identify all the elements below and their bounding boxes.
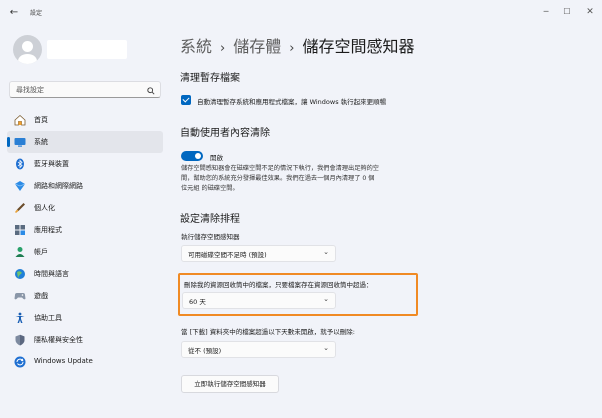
description-line: 位元組 的磁碟空間。 xyxy=(181,185,239,192)
recycle-bin-value: 60 天 xyxy=(189,298,206,306)
sidebar-item-personalization[interactable]: 個人化 xyxy=(7,197,163,219)
sidebar-item-network[interactable]: 網路和網際網路 xyxy=(7,175,163,197)
close-button[interactable]: ✕ xyxy=(582,5,598,19)
run-frequency-value: 可用磁碟空間不足時 (預設) xyxy=(188,251,267,259)
recycle-bin-dropdown[interactable]: 60 天 ⌄ xyxy=(182,292,336,309)
username-placeholder xyxy=(47,40,127,59)
run-frequency-label: 執行儲存空間感知器 xyxy=(181,233,240,241)
cleanup-checkbox[interactable] xyxy=(181,95,191,105)
page-title: 儲存空間感知器 xyxy=(302,37,415,56)
sidebar-item-accounts[interactable]: 帳戶 xyxy=(7,241,163,263)
storage-sense-toggle[interactable] xyxy=(181,151,203,161)
run-storage-sense-now-button[interactable]: 立即執行儲存空間感知器 xyxy=(181,375,279,393)
breadcrumb-system[interactable]: 系統 xyxy=(180,37,212,56)
sidebar-item-label: 應用程式 xyxy=(34,226,62,234)
search-icon xyxy=(147,83,155,97)
cleanup-heading: 清理暫存檔案 xyxy=(180,73,240,84)
home-icon xyxy=(14,114,26,126)
sidebar-item-label: 帳戶 xyxy=(34,248,48,256)
cleanup-checkbox-label: 自動清理暫存系統和應用程式檔案，讓 Windows 執行起來更順暢 xyxy=(197,98,387,106)
downloads-label: 當 [下載] 資料夾中的檔案超過以下天數未開啟，就予以刪除: xyxy=(181,328,355,336)
accounts-icon xyxy=(15,247,25,257)
minimize-button[interactable]: ─ xyxy=(538,5,554,19)
settings-window: ← 設定 ─ ☐ ✕ 尋找設定 首頁 系統 藍牙與裝置 網路和網際網路 個人化 … xyxy=(0,0,602,418)
avatar[interactable] xyxy=(13,35,42,64)
sidebar-item-windows-update[interactable]: Windows Update xyxy=(7,351,163,373)
search-input[interactable]: 尋找設定 xyxy=(9,81,161,98)
breadcrumb-storage[interactable]: 儲存體 xyxy=(233,37,281,56)
description-line: 間，幫助您的系統充分發揮最佳效果。我們在過去一個月內清理了 0 個 xyxy=(181,175,375,182)
sidebar-nav: 首頁 系統 藍牙與裝置 網路和網際網路 個人化 應用程式 帳戶 時間與語言 遊戲… xyxy=(7,109,163,373)
sidebar-item-label: 協助工具 xyxy=(34,314,62,322)
downloads-value: 從不 (預設) xyxy=(188,347,222,355)
toggle-label: 開啟 xyxy=(210,154,223,162)
sidebar-item-gaming[interactable]: 遊戲 xyxy=(7,285,163,307)
sidebar-item-accessibility[interactable]: 協助工具 xyxy=(7,307,163,329)
sidebar-item-label: 隱私權與安全性 xyxy=(34,336,83,344)
run-frequency-dropdown[interactable]: 可用磁碟空間不足時 (預設) ⌄ xyxy=(181,245,336,262)
shield-icon xyxy=(15,334,25,346)
windows-update-icon xyxy=(14,356,26,368)
auto-clean-heading: 自動使用者內容清除 xyxy=(180,128,270,139)
sidebar-item-bluetooth[interactable]: 藍牙與裝置 xyxy=(7,153,163,175)
system-icon xyxy=(14,138,26,147)
bluetooth-icon xyxy=(16,158,24,170)
sidebar-item-label: 首頁 xyxy=(34,116,48,124)
description-line: 儲存空間感知器會在磁碟空間不足的情況下執行，我們會清理出足夠的空 xyxy=(181,165,379,172)
title-bar: ← 設定 ─ ☐ ✕ xyxy=(0,0,602,26)
maximize-button[interactable]: ☐ xyxy=(559,5,575,19)
sidebar-item-apps[interactable]: 應用程式 xyxy=(7,219,163,241)
schedule-heading: 設定清除排程 xyxy=(180,214,240,225)
sidebar-item-label: 網路和網際網路 xyxy=(34,182,83,190)
sidebar-item-label: 遊戲 xyxy=(34,292,48,300)
recycle-bin-label: 刪除我的資源回收筒中的檔案，只要檔案存在資源回收筒中超過： xyxy=(184,281,373,289)
chevron-down-icon: ⌄ xyxy=(323,295,329,303)
sidebar-item-label: 個人化 xyxy=(34,204,55,212)
downloads-dropdown[interactable]: 從不 (預設) ⌄ xyxy=(181,341,336,358)
chevron-down-icon: ⌄ xyxy=(323,344,329,352)
sidebar-item-label: Windows Update xyxy=(34,357,93,365)
storage-sense-description: 儲存空間感知器會在磁碟空間不足的情況下執行，我們會清理出足夠的空 間，幫助您的系… xyxy=(181,164,441,194)
sidebar-item-system[interactable]: 系統 xyxy=(7,131,163,153)
breadcrumb: 系統 › 儲存體 › 儲存空間感知器 xyxy=(180,33,414,57)
accessibility-icon xyxy=(15,312,25,323)
apps-icon xyxy=(15,225,25,235)
back-button[interactable]: ← xyxy=(7,6,21,20)
time-language-icon xyxy=(15,269,25,279)
sidebar-item-home[interactable]: 首頁 xyxy=(7,109,163,131)
sidebar-item-privacy[interactable]: 隱私權與安全性 xyxy=(7,329,163,351)
sidebar-item-time-language[interactable]: 時間與語言 xyxy=(7,263,163,285)
app-title: 設定 xyxy=(30,10,43,17)
sidebar-item-label: 系統 xyxy=(34,138,48,146)
gaming-icon xyxy=(14,293,26,300)
personalization-icon xyxy=(15,203,25,213)
search-placeholder: 尋找設定 xyxy=(16,86,44,94)
sidebar-item-label: 藍牙與裝置 xyxy=(34,160,69,168)
network-icon xyxy=(14,181,26,191)
chevron-down-icon: ⌄ xyxy=(323,248,329,256)
breadcrumb-separator: › xyxy=(220,41,226,56)
sidebar-item-label: 時間與語言 xyxy=(34,270,69,278)
breadcrumb-separator: › xyxy=(289,41,295,56)
